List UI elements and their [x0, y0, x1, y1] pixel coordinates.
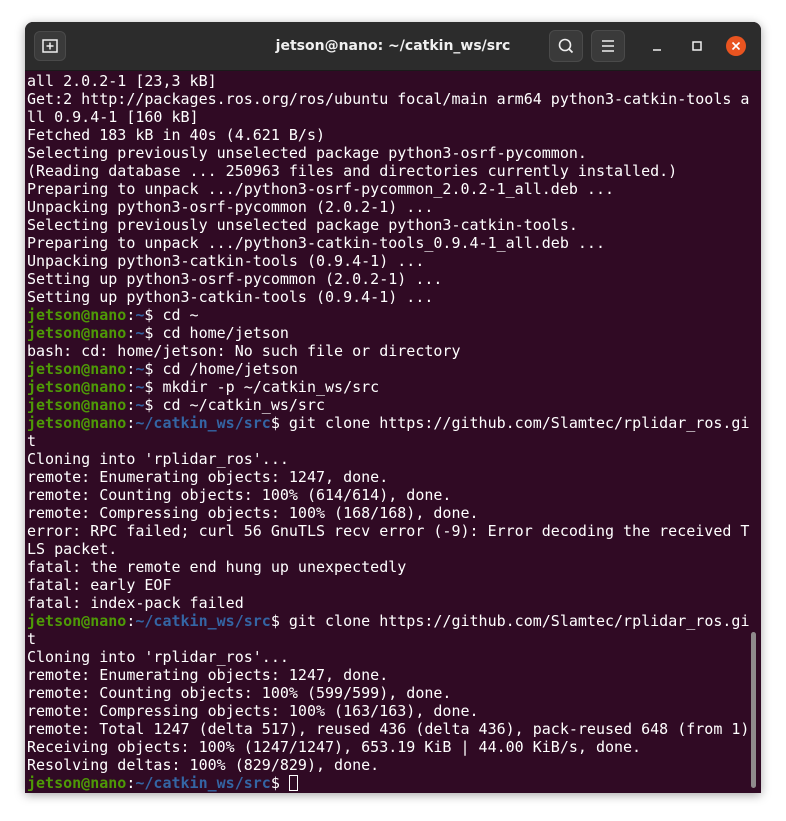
- output-line: remote: Compressing objects: 100% (168/1…: [27, 504, 479, 522]
- output-line: fatal: early EOF: [27, 576, 172, 594]
- output-line: bash: cd: home/jetson: No such file or d…: [27, 342, 461, 360]
- command-text: cd ~/catkin_ws/src: [153, 396, 326, 414]
- prompt-path: ~/catkin_ws/src: [135, 414, 271, 432]
- prompt-user-host: jetson@nano: [27, 414, 127, 432]
- output-line: Receiving objects: 100% (1247/1247), 653…: [27, 738, 642, 756]
- command-text: cd ~: [153, 306, 199, 324]
- search-button[interactable]: [549, 30, 583, 62]
- prompt-line: jetson@nano:~$ cd /home/jetson: [27, 360, 747, 378]
- command-text: cd home/jetson: [153, 324, 289, 342]
- scrollbar-thumb[interactable]: [751, 632, 756, 788]
- prompt-line: jetson@nano:~/catkin_ws/src$ git clone h…: [27, 612, 750, 630]
- output-line: Cloning into 'rplidar_ros'...: [27, 450, 289, 468]
- output-line: remote: Counting objects: 100% (614/614)…: [27, 486, 452, 504]
- prompt-path: ~/catkin_ws/src: [135, 774, 271, 792]
- output-line: Setting up python3-catkin-tools (0.9.4-1…: [27, 288, 434, 306]
- prompt-line: jetson@nano:~$ cd ~/catkin_ws/src: [27, 396, 747, 414]
- title-bar[interactable]: jetson@nano: ~/catkin_ws/src: [25, 22, 761, 71]
- output-line: Setting up python3-osrf-pycommon (2.0.2-…: [27, 270, 443, 288]
- output-line: Selecting previously unselected package …: [27, 144, 587, 162]
- prompt-path: ~/catkin_ws/src: [135, 612, 271, 630]
- output-line: Selecting previously unselected package …: [27, 216, 578, 234]
- output-line: t: [27, 630, 37, 648]
- prompt-user-host: jetson@nano: [27, 306, 127, 324]
- output-line: remote: Compressing objects: 100% (163/1…: [27, 702, 479, 720]
- output-line: fatal: the remote end hung up unexpected…: [27, 558, 407, 576]
- command-text: git clone https://github.com/Slamtec/rpl…: [279, 612, 750, 630]
- prompt-user-host: jetson@nano: [27, 396, 127, 414]
- prompt-line: jetson@nano:~$ cd home/jetson: [27, 324, 747, 342]
- output-line: t: [27, 432, 37, 450]
- output-line: ll 0.9.4-1 [160 kB]: [27, 108, 199, 126]
- output-line: remote: Enumerating objects: 1247, done.: [27, 468, 389, 486]
- prompt-symbol: $: [270, 612, 280, 630]
- output-line: (Reading database ... 250963 files and d…: [27, 162, 678, 180]
- output-line: Cloning into 'rplidar_ros'...: [27, 648, 289, 666]
- output-line: Get:2 http://packages.ros.org/ros/ubuntu…: [27, 90, 750, 108]
- output-line: Fetched 183 kB in 40s (4.621 B/s): [27, 126, 326, 144]
- close-button[interactable]: [726, 36, 746, 56]
- command-text: mkdir -p ~/catkin_ws/src: [153, 378, 380, 396]
- output-line: Preparing to unpack .../python3-catkin-t…: [27, 234, 605, 252]
- prompt-symbol: $: [270, 774, 280, 792]
- minimize-button[interactable]: [647, 36, 667, 56]
- prompt-symbol: $: [270, 414, 280, 432]
- output-line: fatal: index-pack failed: [27, 594, 244, 612]
- output-line: Unpacking python3-osrf-pycommon (2.0.2-1…: [27, 198, 434, 216]
- command-text: git clone https://github.com/Slamtec/rpl…: [279, 414, 750, 432]
- command-text: cd /home/jetson: [153, 360, 298, 378]
- prompt-user-host: jetson@nano: [27, 360, 127, 378]
- terminal-window: jetson@nano: ~/catkin_ws/src all 2.0.2-1…: [25, 22, 761, 793]
- new-tab-button[interactable]: [34, 31, 66, 61]
- prompt-user-host: jetson@nano: [27, 612, 127, 630]
- output-line: remote: Enumerating objects: 1247, done.: [27, 666, 389, 684]
- output-line: LS packet.: [27, 540, 118, 558]
- output-line: Preparing to unpack .../python3-osrf-pyc…: [27, 180, 614, 198]
- maximize-button[interactable]: [687, 36, 707, 56]
- output-line: remote: Total 1247 (delta 517), reused 4…: [27, 720, 750, 738]
- output-line: Resolving deltas: 100% (829/829), done.: [27, 756, 380, 774]
- prompt-user-host: jetson@nano: [27, 378, 127, 396]
- prompt-line: jetson@nano:~/catkin_ws/src$ git clone h…: [27, 414, 750, 432]
- prompt-line: jetson@nano:~$ cd ~: [27, 306, 747, 324]
- prompt-user-host: jetson@nano: [27, 774, 127, 792]
- menu-button[interactable]: [591, 30, 625, 62]
- prompt-line: jetson@nano:~/catkin_ws/src$: [27, 774, 747, 792]
- terminal-output[interactable]: all 2.0.2-1 [23,3 kB] Get:2 http://packag…: [27, 71, 750, 793]
- output-line: error: RPC failed; curl 56 GnuTLS recv e…: [27, 522, 750, 540]
- output-line: all 2.0.2-1 [23,3 kB]: [27, 72, 217, 90]
- output-line: Unpacking python3-catkin-tools (0.9.4-1)…: [27, 252, 425, 270]
- prompt-user-host: jetson@nano: [27, 324, 127, 342]
- output-line: remote: Counting objects: 100% (599/599)…: [27, 684, 452, 702]
- text-cursor[interactable]: [288, 775, 298, 791]
- prompt-line: jetson@nano:~$ mkdir -p ~/catkin_ws/src: [27, 378, 747, 396]
- command-text: [280, 774, 289, 792]
